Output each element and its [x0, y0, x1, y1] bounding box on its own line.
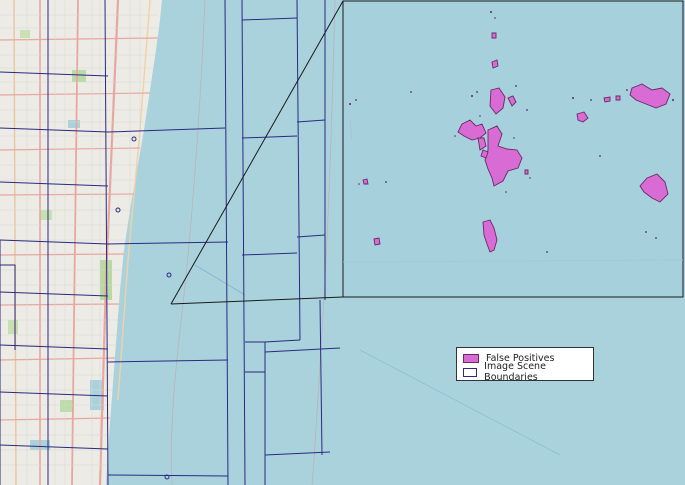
scene-boundary-swatch [463, 367, 478, 377]
inset-map [342, 0, 684, 298]
map-legend: False Positives Image Scene Boundaries [456, 347, 594, 383]
false-positive-swatch [463, 353, 479, 363]
map-canvas[interactable] [0, 0, 685, 485]
legend-label-scene-boundaries: Image Scene Boundaries [484, 361, 546, 383]
legend-item-scene-boundaries: Image Scene Boundaries [463, 361, 587, 383]
